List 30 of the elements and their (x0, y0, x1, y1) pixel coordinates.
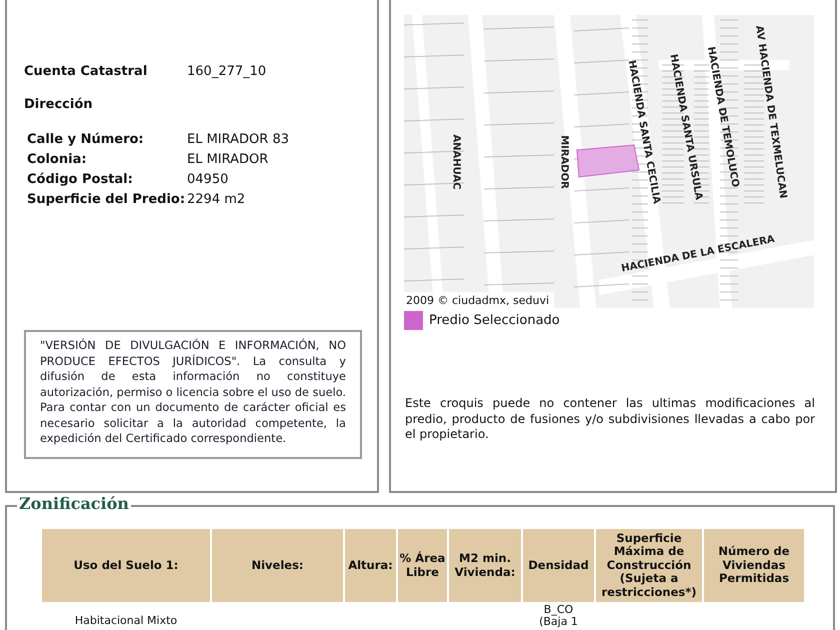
field-value: 160_277_10 (187, 63, 266, 81)
column-header: Superficie Máxima de Construcción (Sujeta a restricciones*) (596, 529, 702, 602)
column-header: Uso del Suelo 1: (42, 529, 210, 602)
column-header: Altura: (345, 529, 396, 602)
street-label: HACIENDA SANTA CECILIA (626, 59, 662, 205)
section-heading: Dirección (24, 97, 94, 112)
column-header: Densidad (523, 529, 594, 602)
map-note: Este croquis puede no contener las ultimas modificaciones al predio, producto de fusiones y/o subdivisiones llevadas a cabo por el propietario. (405, 396, 815, 442)
column-header: Niveles: (212, 529, 343, 602)
legend-label: Predio Seleccionado (429, 313, 560, 328)
column-header: % Área Libre (398, 529, 447, 602)
street-label: MIRADOR (558, 135, 570, 189)
field-value: 2294 m2 (187, 191, 246, 209)
field-label: Superficie del Predio: (27, 191, 186, 209)
field-value: EL MIRADOR (187, 151, 268, 169)
field-label: Cuenta Catastral (24, 63, 148, 81)
field-label: Colonia: (27, 151, 88, 169)
field-label: Calle y Número: (27, 131, 145, 149)
selected-lot (576, 144, 640, 178)
column-header: Número de Viviendas Permitidas (704, 529, 804, 602)
street-label: HACIENDA SANTA URSULA (668, 53, 704, 201)
street-label: ANAHUAC (450, 134, 462, 190)
table-cell-text: Habitacional Mixto (74, 613, 178, 628)
disclaimer-box: "VERSIÓN DE DIVULGACIÓN E INFORMACIÓN, NO PRODUCE EFECTOS JURÍDICOS". La consulta y difusión de esta información no constituye autorización, permiso o licencia sobre el uso de suelo. Para contar con un documento de carácter oficial es necesario solicitar a la autoridad competente, la expedición del Certificado correspondiente. (24, 330, 362, 458)
field-label: Código Postal: (27, 171, 134, 189)
column-header: M2 min. Vivienda: (449, 529, 521, 602)
map-copyright: 2009 © ciudadmx, seduvi (406, 294, 550, 307)
table-cell-text: B_CO (Baja 1 (538, 602, 579, 628)
field-value: EL MIRADOR 83 (187, 131, 289, 149)
field-value: 04950 (187, 171, 228, 189)
